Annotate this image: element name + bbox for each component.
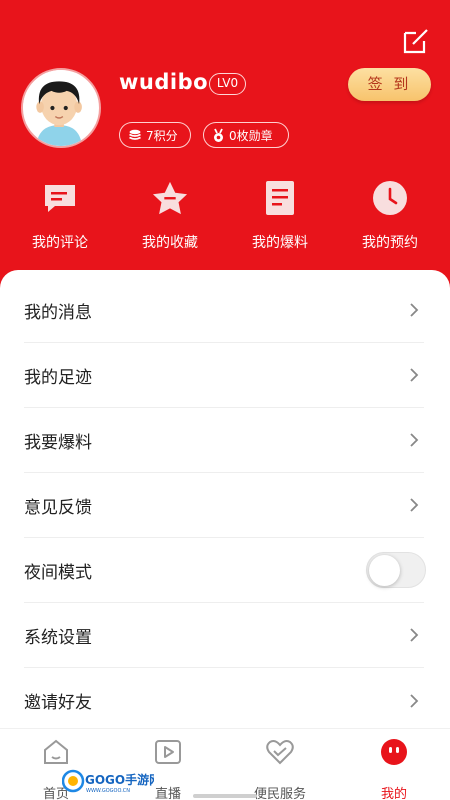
chevron-right-icon	[410, 303, 419, 317]
play-icon	[155, 740, 181, 764]
coins-icon	[129, 129, 141, 140]
quick-action-bookings[interactable]: 我的预约	[340, 180, 440, 252]
heart-hands-icon	[266, 740, 294, 765]
menu-item-label: 我要爆料	[24, 432, 92, 453]
menu-item-label: 意见反馈	[24, 497, 92, 518]
star-icon	[152, 181, 188, 215]
menu-item-label: 夜间模式	[24, 562, 92, 583]
profile-icon	[381, 739, 407, 765]
menu-item-messages[interactable]: 我的消息	[24, 278, 424, 343]
tab-label: 我的	[380, 787, 407, 800]
chevron-right-icon	[410, 368, 419, 382]
menu-item-label: 我的消息	[24, 302, 92, 323]
tab-profile[interactable]: 我的	[338, 737, 450, 800]
quick-action-label: 我的评论	[32, 235, 88, 251]
chevron-right-icon	[410, 628, 419, 642]
username: wudibo	[119, 70, 209, 94]
comment-icon	[45, 185, 75, 212]
night-mode-toggle[interactable]	[366, 552, 426, 588]
quick-action-label: 我的收藏	[142, 235, 198, 251]
medals-chip[interactable]: 0枚勋章	[203, 122, 289, 148]
watermark-text: GOGO手游网	[85, 772, 154, 787]
menu-item-submit-tip[interactable]: 我要爆料	[24, 408, 424, 473]
tab-services[interactable]: 便民服务	[224, 737, 336, 800]
menu-item-feedback[interactable]: 意见反馈	[24, 473, 424, 538]
medal-icon	[214, 128, 223, 142]
menu-item-label: 我的足迹	[24, 367, 92, 388]
clock-icon	[373, 181, 407, 215]
menu-item-settings[interactable]: 系统设置	[24, 603, 424, 668]
quick-action-label: 我的预约	[362, 235, 418, 251]
chevron-right-icon	[410, 433, 419, 447]
edit-icon[interactable]	[402, 27, 430, 55]
quick-action-comments[interactable]: 我的评论	[10, 180, 110, 252]
toggle-knob	[369, 555, 400, 586]
menu-panel: 我的消息 我的足迹 我要爆料 意见反馈 夜间模式 系统设置 邀请好友	[0, 270, 450, 800]
watermark-logo: GOGO手游网 WWW.GOGOO.CN	[62, 768, 154, 794]
points-chip[interactable]: 7积分	[119, 122, 191, 148]
level-badge: LV0	[209, 73, 246, 95]
home-indicator	[193, 794, 257, 798]
quick-action-favorites[interactable]: 我的收藏	[120, 180, 220, 252]
document-icon	[266, 181, 294, 215]
menu-item-label: 系统设置	[24, 627, 92, 648]
quick-action-label: 我的爆料	[252, 235, 308, 251]
menu-item-label: 邀请好友	[24, 693, 92, 713]
quick-action-reports[interactable]: 我的爆料	[230, 180, 330, 252]
avatar[interactable]	[21, 68, 101, 148]
menu-item-history[interactable]: 我的足迹	[24, 343, 424, 408]
sign-in-button[interactable]: 签 到	[348, 68, 431, 101]
menu-item-night-mode: 夜间模式	[24, 538, 426, 603]
points-label: 7积分	[146, 128, 178, 143]
home-icon	[44, 739, 68, 764]
chevron-right-icon	[410, 693, 419, 708]
menu-item-invite[interactable]: 邀请好友	[24, 668, 424, 733]
profile-header: wudibo LV0 签 到 7积分 0枚勋章 我的评论 我的收藏 我的爆料 我…	[0, 0, 450, 300]
medals-label: 0枚勋章	[229, 128, 273, 143]
chevron-right-icon	[410, 498, 419, 512]
watermark-sub: WWW.GOGOO.CN	[86, 788, 130, 794]
